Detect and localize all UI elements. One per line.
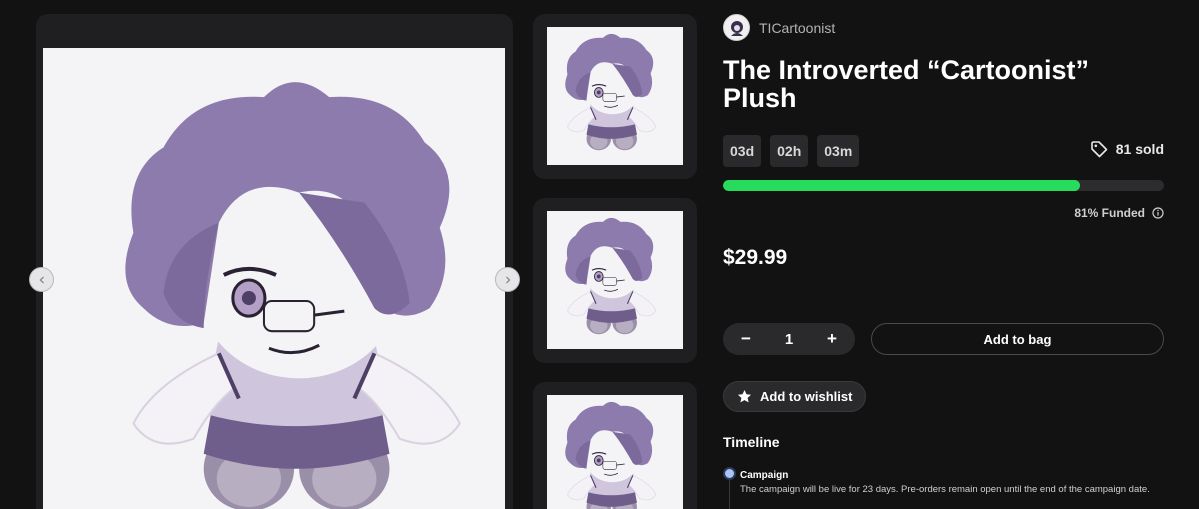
product-price: $29.99 <box>723 246 788 269</box>
countdown-hours: 02h <box>770 135 809 167</box>
sold-label: 81 sold <box>1115 141 1164 157</box>
timeline-heading: Timeline <box>723 434 780 450</box>
plush-back-thumbnail <box>547 395 683 509</box>
gallery-prev-button[interactable] <box>29 267 54 292</box>
quantity-value: 1 <box>784 330 794 348</box>
quantity-increment-button[interactable]: + <box>823 329 841 349</box>
funded-status: 81% Funded <box>1074 206 1164 220</box>
wishlist-label: Add to wishlist <box>760 389 853 404</box>
sold-count: 81 sold <box>1090 140 1164 158</box>
thumbnail-3[interactable] <box>533 382 697 509</box>
quantity-stepper: − 1 + <box>723 323 855 355</box>
add-to-bag-button[interactable]: Add to bag <box>871 323 1164 355</box>
countdown-timer: 03d 02h 03m <box>723 135 860 167</box>
funded-label: 81% Funded <box>1074 206 1145 220</box>
gallery-next-button[interactable] <box>495 267 520 292</box>
plush-front-thumbnail <box>547 27 683 165</box>
funding-progress-bar <box>723 180 1164 191</box>
funding-progress-fill <box>723 180 1081 191</box>
star-icon <box>737 389 752 403</box>
timeline-step-label: Campaign <box>740 470 789 481</box>
info-icon[interactable] <box>1152 207 1164 219</box>
creator-name: TICartoonist <box>759 19 836 36</box>
main-image-card <box>36 14 513 509</box>
product-title: The Introverted “Cartoonist” Plush <box>723 55 1090 113</box>
plush-side-thumbnail <box>547 211 683 349</box>
chevron-left-icon <box>39 276 44 283</box>
product-main-image[interactable] <box>43 48 505 509</box>
chevron-right-icon <box>505 276 510 283</box>
add-to-wishlist-button[interactable]: Add to wishlist <box>723 381 867 412</box>
timeline-step-dot <box>723 467 736 480</box>
thumbnail-2[interactable] <box>533 198 697 363</box>
timeline-connector <box>729 478 730 509</box>
timeline-step-description: The campaign will be live for 23 days. P… <box>740 484 1150 495</box>
countdown-minutes: 03m <box>817 135 860 167</box>
tag-icon <box>1090 141 1108 158</box>
countdown-days: 03d <box>723 135 762 167</box>
creator-link[interactable]: TICartoonist <box>723 14 835 41</box>
creator-avatar <box>723 14 750 41</box>
thumbnail-1[interactable] <box>533 14 697 179</box>
quantity-decrement-button[interactable]: − <box>737 329 755 349</box>
